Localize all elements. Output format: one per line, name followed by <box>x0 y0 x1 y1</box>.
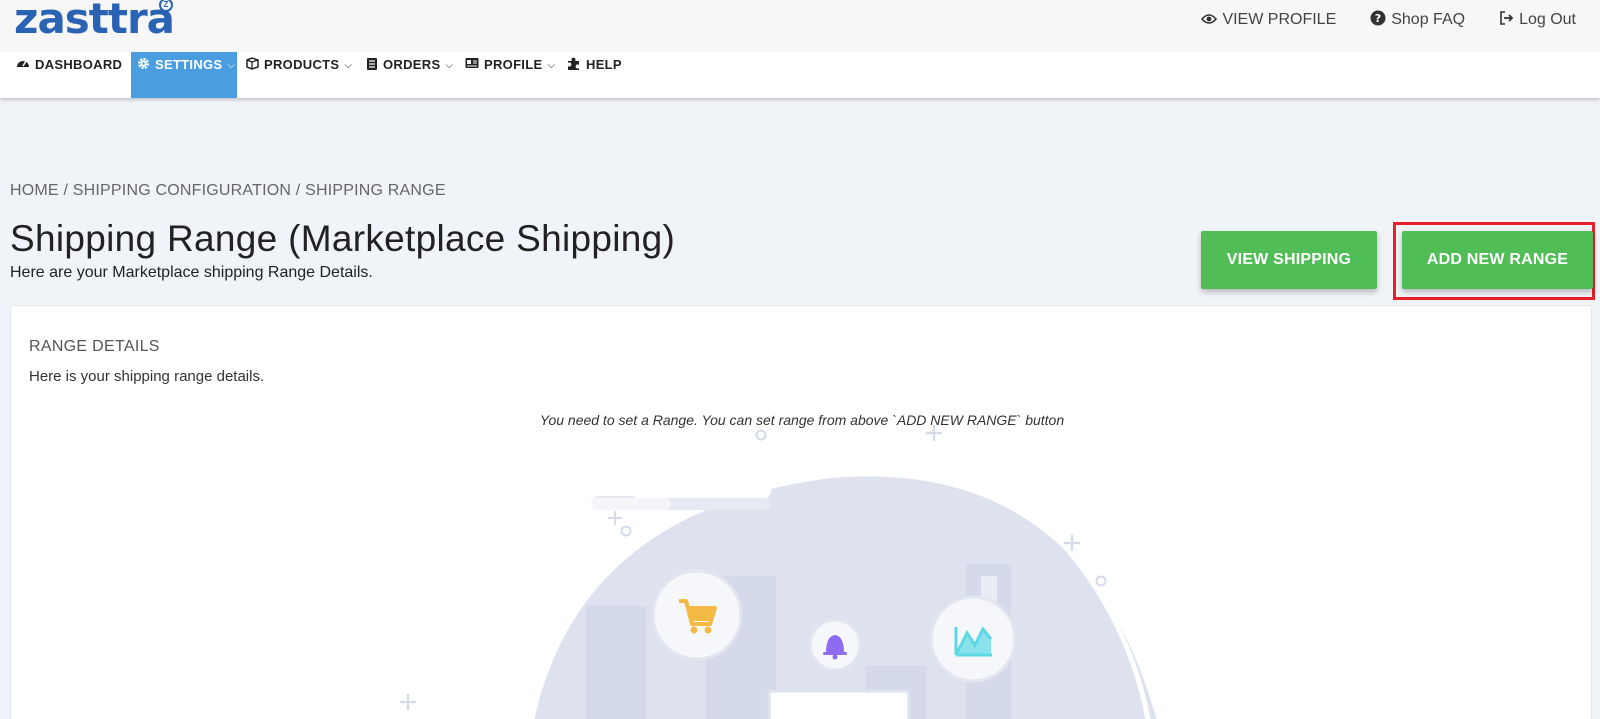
illustration-sparkle <box>926 425 942 441</box>
illustration-dot <box>1095 575 1107 587</box>
logout-link[interactable]: Log Out <box>1499 10 1576 29</box>
brand-logo[interactable]: zasttra <box>14 0 175 43</box>
breadcrumb: HOME / SHIPPING CONFIGURATION / SHIPPING… <box>10 182 446 200</box>
empty-state-illustration <box>400 425 1157 719</box>
nav-orders-label: ORDERS <box>383 57 441 72</box>
nav-dashboard[interactable]: DASHBOARD <box>10 52 128 98</box>
range-details-card: RANGE DETAILS Here is your shipping rang… <box>10 305 1592 719</box>
bell-icon <box>808 618 862 672</box>
puzzle-icon <box>567 57 581 74</box>
nav-products[interactable]: PRODUCTS ⌵ <box>240 52 358 98</box>
nav-products-label: PRODUCTS <box>264 57 340 72</box>
illustration-cloud <box>631 484 771 498</box>
illustration-sparkle <box>400 694 416 710</box>
nav-profile[interactable]: PROFILE ⌵ <box>459 52 561 98</box>
eye-icon <box>1201 12 1218 28</box>
illustration-panel <box>767 689 911 719</box>
breadcrumb-shipping-configuration[interactable]: SHIPPING CONFIGURATION <box>73 182 291 199</box>
illustration-building <box>586 606 646 719</box>
illustration-cloud <box>571 498 671 510</box>
nav-profile-label: PROFILE <box>484 57 543 72</box>
view-profile-label: VIEW PROFILE <box>1222 10 1337 28</box>
box-icon <box>246 57 259 73</box>
chevron-down-icon: ⌵ <box>445 60 454 71</box>
svg-text:?: ? <box>1375 12 1381 25</box>
chevron-down-icon: ⌵ <box>344 60 353 71</box>
question-circle-icon: ? <box>1370 10 1386 29</box>
dashboard-icon <box>16 57 30 72</box>
nav-orders[interactable]: ORDERS ⌵ <box>360 52 459 98</box>
main-nav: DASHBOARD SETTINGS ⌵ PRODUCTS ⌵ ORDERS ⌵… <box>0 52 1600 98</box>
gear-icon <box>137 57 150 73</box>
breadcrumb-separator: / <box>295 182 301 199</box>
breadcrumb-home[interactable]: HOME <box>10 182 59 199</box>
line-chart-icon <box>929 595 1017 683</box>
view-shipping-button[interactable]: VIEW SHIPPING <box>1201 231 1377 289</box>
breadcrumb-separator: / <box>63 182 69 199</box>
id-card-icon <box>465 57 479 72</box>
logout-label: Log Out <box>1519 10 1576 28</box>
illustration-dot <box>620 525 632 537</box>
breadcrumb-current: SHIPPING RANGE <box>305 182 446 199</box>
page-title: Shipping Range (Marketplace Shipping) <box>10 218 676 259</box>
nav-help-label: HELP <box>586 57 622 72</box>
shop-faq-link[interactable]: ? Shop FAQ <box>1370 10 1465 29</box>
nav-settings-label: SETTINGS <box>155 57 223 72</box>
add-new-range-button[interactable]: ADD NEW RANGE <box>1402 231 1593 289</box>
chevron-down-icon: ⌵ <box>547 60 556 71</box>
nav-settings[interactable]: SETTINGS ⌵ <box>131 52 237 98</box>
nav-dashboard-label: DASHBOARD <box>35 57 123 72</box>
illustration-sparkle <box>608 511 622 525</box>
top-bar: zasttra Z VIEW PROFILE ? Shop FAQ Log Ou… <box>0 0 1600 52</box>
nav-help[interactable]: HELP <box>561 52 628 98</box>
shop-faq-label: Shop FAQ <box>1391 10 1466 28</box>
list-icon <box>366 57 378 74</box>
cart-icon <box>651 569 743 661</box>
illustration-dot <box>755 429 767 441</box>
top-links: VIEW PROFILE ? Shop FAQ Log Out <box>1201 10 1576 29</box>
view-profile-link[interactable]: VIEW PROFILE <box>1201 10 1336 29</box>
chevron-down-icon: ⌵ <box>227 60 236 71</box>
logout-icon <box>1499 11 1514 28</box>
page-subtitle: Here are your Marketplace shipping Range… <box>10 264 373 281</box>
